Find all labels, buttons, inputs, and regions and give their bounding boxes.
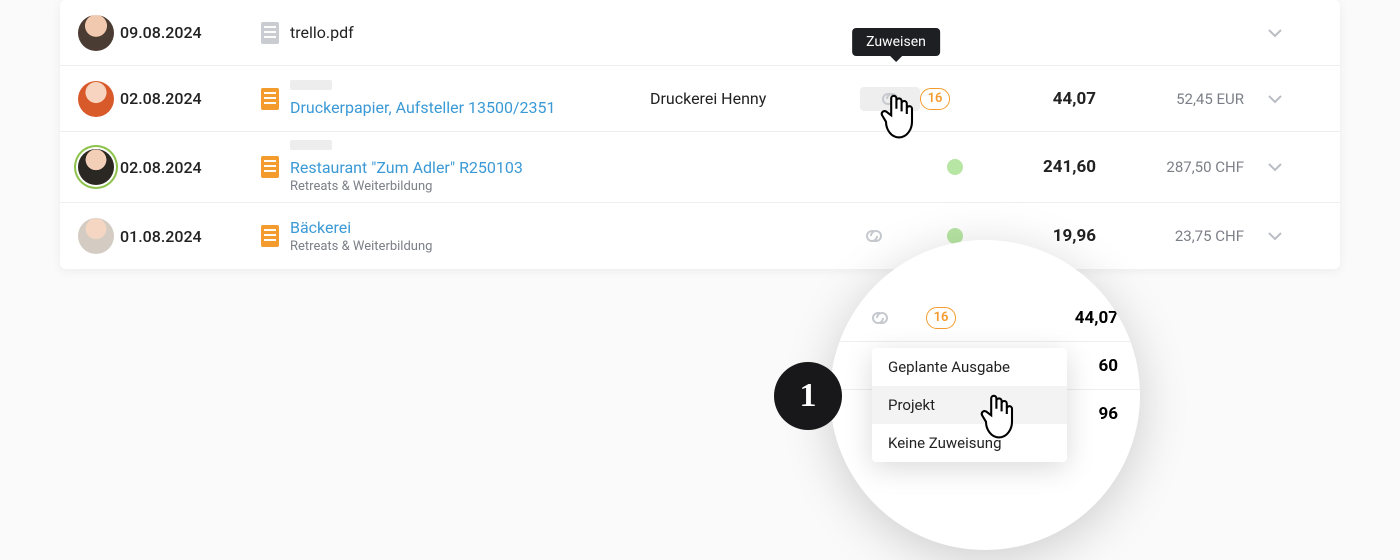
lens-row: 16 44,07 (830, 294, 1140, 342)
assign-dropdown[interactable]: Geplante Ausgabe Projekt Keine Zuweisung (872, 348, 1067, 462)
count-badge[interactable]: 16 (920, 88, 950, 110)
table-row[interactable]: 02.08.2024 Restaurant "Zum Adler" R25010… (60, 132, 1340, 203)
table-row[interactable]: 09.08.2024 trello.pdf (60, 0, 1340, 66)
row-title-link[interactable]: Bäckerei (290, 218, 650, 237)
row-date: 02.08.2024 (120, 158, 250, 177)
row-subtitle: Retreats & Weiterbildung (290, 239, 650, 254)
status-dot (947, 159, 963, 175)
placeholder-bar (290, 80, 332, 90)
row-amount: 44,07 (990, 89, 1100, 109)
row-total: 287,50 CHF (1100, 158, 1250, 176)
row-vendor: Druckerei Henny (650, 89, 860, 108)
avatar[interactable] (78, 149, 114, 185)
receipt-icon[interactable] (261, 156, 279, 178)
chevron-down-icon[interactable] (1266, 158, 1284, 176)
chevron-down-icon[interactable] (1266, 227, 1284, 245)
row-title-link[interactable]: Restaurant "Zum Adler" R250103 (290, 158, 650, 177)
table-row[interactable]: 01.08.2024 Bäckerei Retreats & Weiterbil… (60, 203, 1340, 269)
row-subtitle: Retreats & Weiterbildung (290, 179, 650, 194)
row-date: 09.08.2024 (120, 23, 250, 42)
row-title[interactable]: trello.pdf (290, 23, 650, 42)
avatar[interactable] (78, 81, 114, 117)
row-title-link[interactable]: Druckerpapier, Aufsteller 13500/2351 (290, 98, 650, 117)
receipt-icon[interactable] (261, 88, 279, 110)
receipt-icon[interactable] (261, 225, 279, 247)
zoom-lens: 16 44,07 60 96 Geplante Ausgabe Projekt … (830, 240, 1140, 550)
table-row[interactable]: 02.08.2024 Druckerpapier, Aufsteller 135… (60, 66, 1340, 132)
dropdown-item-planned[interactable]: Geplante Ausgabe (872, 348, 1067, 386)
lens-amount: 44,07 (1006, 308, 1118, 328)
row-date: 01.08.2024 (120, 227, 250, 246)
chevron-down-icon[interactable] (1266, 24, 1284, 42)
expense-table: 09.08.2024 trello.pdf 02.08.2024 Drucker… (60, 0, 1340, 269)
dropdown-item-project[interactable]: Projekt (872, 386, 1067, 424)
assign-link-icon[interactable] (866, 308, 894, 328)
avatar[interactable] (78, 218, 114, 254)
row-date: 02.08.2024 (120, 89, 250, 108)
receipt-icon[interactable] (261, 22, 279, 44)
dropdown-item-none[interactable]: Keine Zuweisung (872, 424, 1067, 462)
avatar[interactable] (78, 15, 114, 51)
placeholder-bar (290, 140, 332, 150)
tooltip-assign: Zuweisen (852, 28, 940, 56)
count-badge[interactable]: 16 (926, 307, 956, 329)
callout-step-badge: 1 (774, 362, 842, 430)
row-total: 52,45 EUR (1100, 90, 1250, 108)
chevron-down-icon[interactable] (1266, 90, 1284, 108)
row-amount: 241,60 (990, 157, 1100, 177)
assign-link-icon[interactable] (860, 87, 920, 111)
